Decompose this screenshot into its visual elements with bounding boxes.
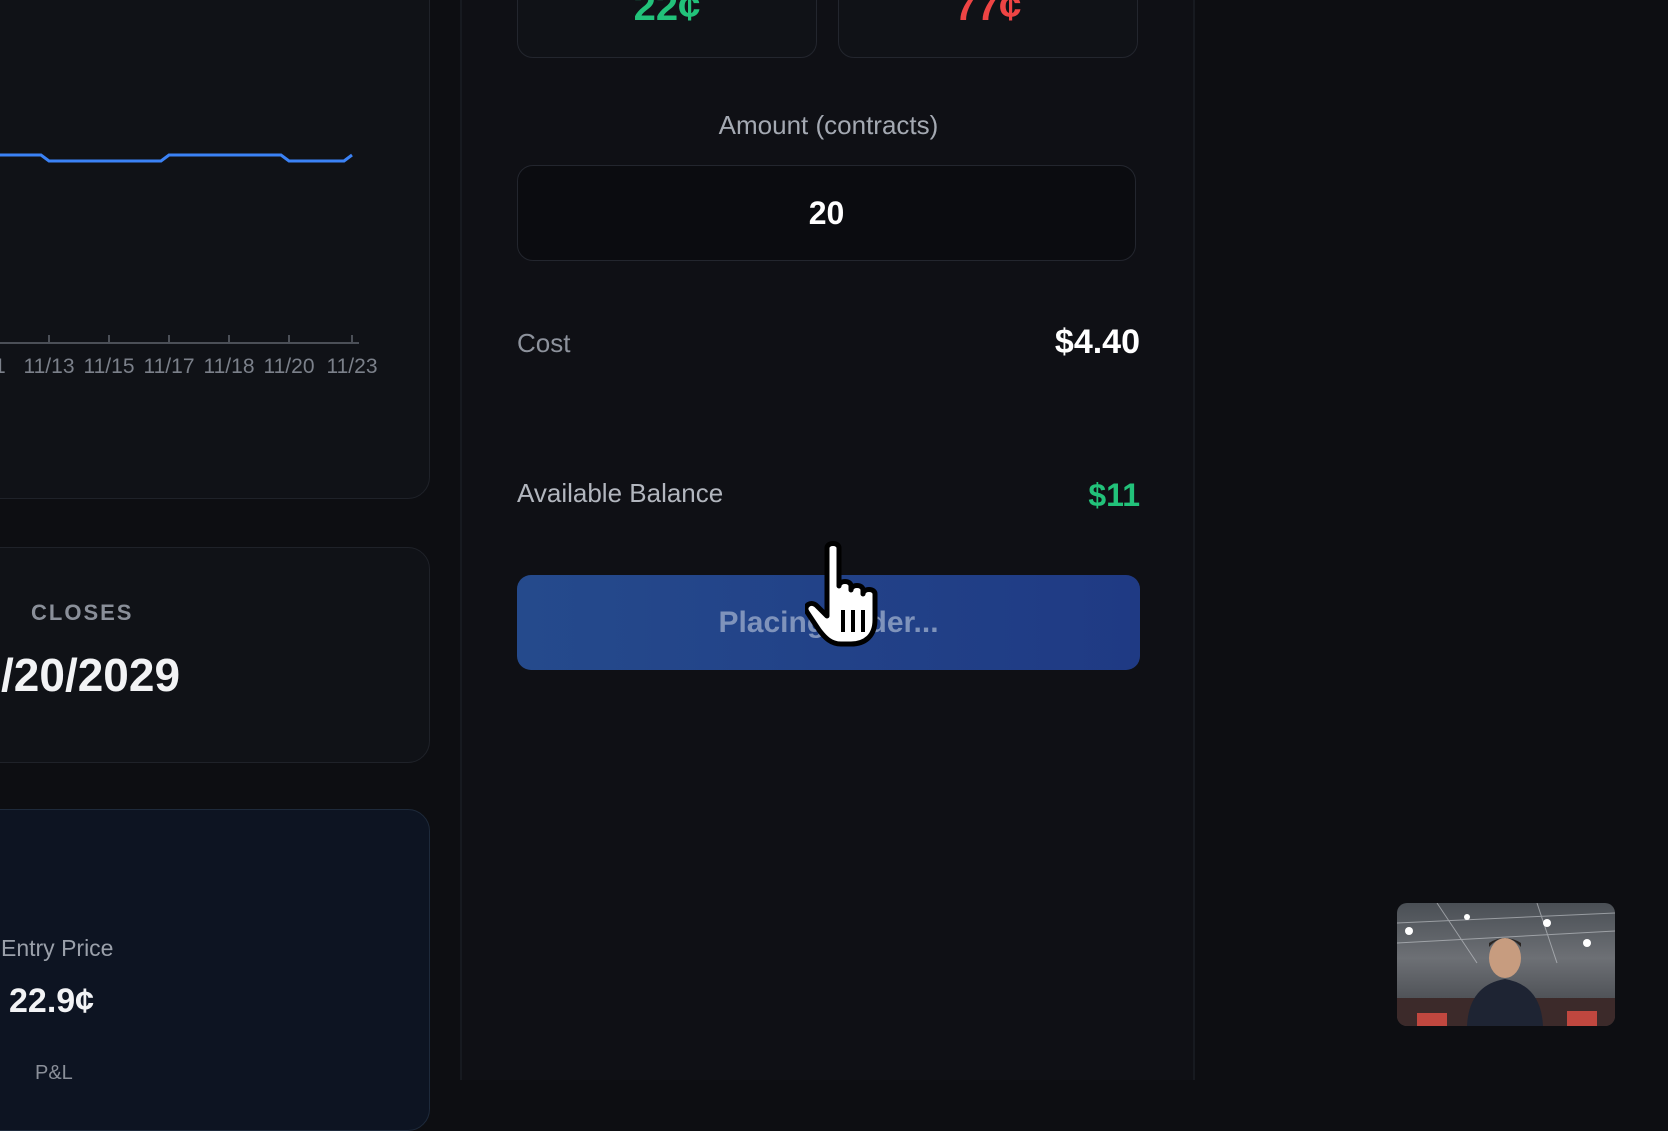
x-tick-label: 11/23 [327,355,378,378]
price-chart-card: 11/11 11/13 11/15 11/17 11/18 11/20 11/23 [0,0,430,499]
x-tick-label: 11/18 [204,355,255,378]
position-card: Entry Price 22.9¢ P&L [0,809,430,1131]
hand-pointer-icon [805,541,878,647]
available-balance-label: Available Balance [517,478,724,508]
left-column: 11/11 11/13 11/15 11/17 11/18 11/20 11/23 CLOS… [0,0,460,1131]
closes-card: CLOSES /20/2029 [0,547,430,763]
x-tick-label: 11/17 [144,355,195,378]
x-tick-label: 11/11 [0,355,6,378]
price-series-line [0,153,353,163]
closes-label: CLOSES [31,600,134,625]
amount-input[interactable] [517,165,1136,261]
available-balance-value: $11 [1088,477,1140,513]
no-price: 77¢ [954,0,1022,29]
x-tick-label: 11/20 [264,355,315,378]
entry-price-value: 22.9¢ [9,982,95,1020]
amount-label: Amount (contracts) [718,110,939,140]
closes-date: /20/2029 [1,649,181,701]
pnl-label: P&L [35,1062,73,1084]
x-tick-label: 11/13 [24,355,75,378]
x-tick-label: 11/15 [84,355,135,378]
no-price-option[interactable]: 77¢ [838,0,1138,58]
yes-price: 22¢ [633,0,701,29]
webcam-overlay [1397,903,1615,1026]
yes-price-option[interactable]: 22¢ [517,0,817,58]
entry-price-label: Entry Price [1,935,114,961]
cost-value: $4.40 [1054,323,1140,361]
price-chart: 11/11 11/13 11/15 11/17 11/18 11/20 11/23 [0,153,378,378]
cost-label: Cost [517,328,571,358]
